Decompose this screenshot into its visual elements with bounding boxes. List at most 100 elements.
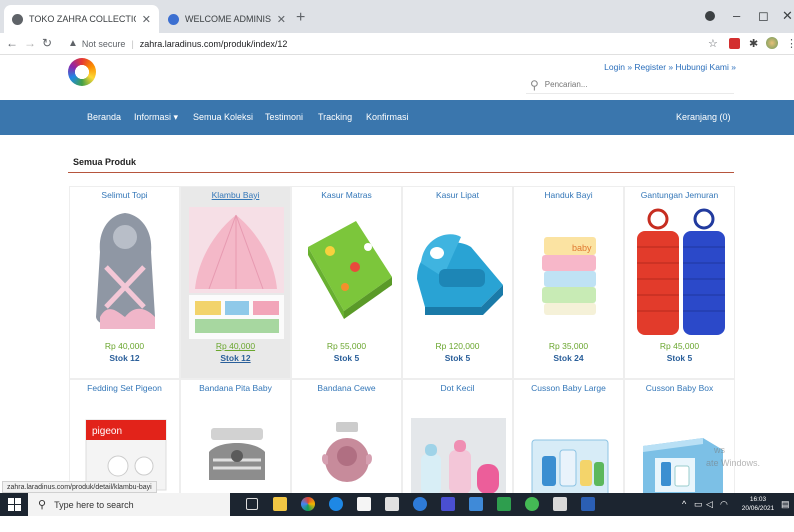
activation-watermark-line1: ws: [714, 445, 725, 455]
store-icon[interactable]: [357, 497, 371, 511]
reload-icon[interactable]: ↻: [42, 36, 52, 50]
magnifier-icon[interactable]: ⚲: [530, 78, 539, 92]
windows-start-icon[interactable]: [8, 498, 21, 511]
nav-tracking[interactable]: Tracking: [318, 112, 352, 122]
main-nav: Beranda Informasi ▾ Semua Koleksi Testim…: [0, 100, 794, 135]
product-name[interactable]: Klambu Bayi: [181, 190, 290, 200]
product-card[interactable]: Cusson Baby Box: [624, 379, 735, 500]
nav-semua-koleksi[interactable]: Semua Koleksi: [193, 112, 253, 122]
product-image[interactable]: [189, 207, 284, 339]
store-logo[interactable]: [68, 58, 96, 86]
tab-welcome-administrator[interactable]: WELCOME ADMINISTRATOR ✕: [160, 5, 294, 33]
nav-cart[interactable]: Keranjang (0): [676, 112, 731, 122]
nav-beranda[interactable]: Beranda: [87, 112, 121, 122]
product-card[interactable]: Handuk Bayi baby Rp 35,000 Stok 24: [513, 186, 624, 379]
product-name[interactable]: Kasur Matras: [292, 190, 401, 200]
product-card[interactable]: Cusson Baby Large: [513, 379, 624, 499]
product-price[interactable]: Rp 40,000: [181, 341, 290, 351]
app-icon[interactable]: [469, 497, 483, 511]
star-icon[interactable]: ☆: [708, 37, 718, 50]
nav-konfirmasi[interactable]: Konfirmasi: [366, 112, 409, 122]
tab-title: WELCOME ADMINISTRATOR: [185, 14, 271, 24]
maximize-button[interactable]: ◻: [758, 8, 769, 24]
extension-red-icon[interactable]: [729, 38, 740, 49]
product-stock[interactable]: Stok 12: [181, 353, 290, 363]
product-price: Rp 35,000: [548, 341, 589, 351]
taskbar-search[interactable]: ⚲ Type here to search: [28, 493, 230, 516]
product-stock: Stok 5: [444, 353, 471, 363]
word-icon[interactable]: [581, 497, 595, 511]
clock-date: 20/06/2021: [741, 505, 775, 512]
product-stock: Stok 5: [666, 353, 693, 363]
product-card[interactable]: Kasur Lipat Rp 120,000 Stok 5: [402, 186, 513, 379]
product-name[interactable]: Kasur Lipat: [403, 190, 512, 200]
menu-dots-icon[interactable]: ⋮: [786, 37, 794, 50]
forward-arrow-icon[interactable]: →: [24, 36, 36, 50]
product-image[interactable]: [78, 207, 173, 339]
url-field[interactable]: ▲ Not secure | zahra.laradinus.com/produ…: [68, 35, 708, 52]
product-price: Rp 120,000: [435, 341, 480, 351]
product-card[interactable]: Bandana Cewe: [291, 379, 402, 499]
task-view-icon[interactable]: [246, 498, 258, 510]
search-input[interactable]: [544, 80, 705, 89]
product-name[interactable]: Cusson Baby Box: [625, 383, 734, 393]
profile-icon[interactable]: [705, 11, 715, 21]
product-card[interactable]: Selimut Topi Rp 40,000 Stok 12: [69, 186, 180, 379]
product-card[interactable]: Gantungan Jemuran Rp 45,000 Stok 5: [624, 186, 735, 379]
chevron-up-icon[interactable]: ^: [682, 499, 686, 509]
product-name[interactable]: Gantungan Jemuran: [625, 190, 734, 200]
product-card[interactable]: Kasur Matras Rp 55,000 Stok 5: [291, 186, 402, 379]
close-tab-icon[interactable]: ✕: [142, 13, 151, 26]
product-name[interactable]: Fedding Set Pigeon: [70, 383, 179, 393]
product-image[interactable]: baby: [522, 207, 617, 339]
account-links[interactable]: Login » Register » Hubungi Kami »: [604, 62, 736, 72]
excel-icon[interactable]: [497, 497, 511, 511]
section-title: Semua Produk: [73, 157, 137, 167]
puzzle-icon[interactable]: ✱: [749, 37, 758, 50]
whatsapp-icon[interactable]: [525, 497, 539, 511]
notification-icon[interactable]: ▤: [781, 499, 790, 510]
product-name[interactable]: Handuk Bayi: [514, 190, 623, 200]
back-arrow-icon[interactable]: ←: [6, 36, 18, 50]
volume-icon[interactable]: ◁: [706, 499, 713, 510]
app-icon[interactable]: [413, 497, 427, 511]
taskbar-clock[interactable]: 16:03 20/06/2021: [738, 495, 778, 513]
minimize-button[interactable]: –: [733, 8, 740, 23]
product-name[interactable]: Dot Kecil: [403, 383, 512, 393]
product-card[interactable]: Dot Kecil: [402, 379, 513, 500]
wifi-icon[interactable]: ◠: [720, 499, 728, 510]
product-name[interactable]: Bandana Pita Baby: [181, 383, 290, 393]
tab-toko-zahra[interactable]: TOKO ZAHRA COLLECTION ✕: [4, 5, 159, 33]
mail-icon[interactable]: [385, 497, 399, 511]
avatar[interactable]: [766, 37, 778, 49]
activation-watermark-line2: ate Windows.: [706, 458, 761, 468]
product-image[interactable]: [411, 207, 506, 339]
product-card[interactable]: Klambu Bayi Rp 40,000 Stok 12: [180, 186, 291, 379]
product-image[interactable]: [633, 207, 728, 339]
edge-icon[interactable]: [329, 497, 343, 511]
product-name[interactable]: Selimut Topi: [70, 190, 179, 200]
battery-icon[interactable]: ▭: [694, 499, 703, 510]
close-tab-icon[interactable]: ✕: [277, 13, 286, 26]
product-stock: Stok 12: [109, 353, 140, 363]
nav-testimoni[interactable]: Testimoni: [265, 112, 303, 122]
address-bar: ← → ↻ ▲ Not secure | zahra.laradinus.com…: [0, 33, 794, 55]
close-window-button[interactable]: ✕: [782, 8, 793, 24]
product-stock: Stok 24: [553, 353, 584, 363]
product-name[interactable]: Bandana Cewe: [292, 383, 401, 393]
svg-text:baby: baby: [572, 243, 592, 253]
chrome-icon[interactable]: [301, 497, 315, 511]
nav-informasi[interactable]: Informasi ▾: [134, 112, 178, 123]
file-explorer-icon[interactable]: [273, 497, 287, 511]
product-image[interactable]: [300, 207, 395, 339]
section-divider: [68, 172, 734, 173]
status-url-tooltip: zahra.laradinus.com/produk/detail/klambu…: [2, 481, 157, 493]
new-tab-button[interactable]: +: [296, 9, 305, 27]
globe-icon: [168, 13, 179, 25]
product-name[interactable]: Cusson Baby Large: [514, 383, 623, 393]
product-card[interactable]: Bandana Pita Baby: [180, 379, 291, 499]
search-icon: ⚲: [38, 499, 47, 511]
photoshop-icon[interactable]: [441, 497, 455, 511]
photos-icon[interactable]: [553, 497, 567, 511]
windows-taskbar: ⚲ Type here to search ^ ▭ ◁ ◠ 16:03 20/0…: [0, 493, 794, 516]
